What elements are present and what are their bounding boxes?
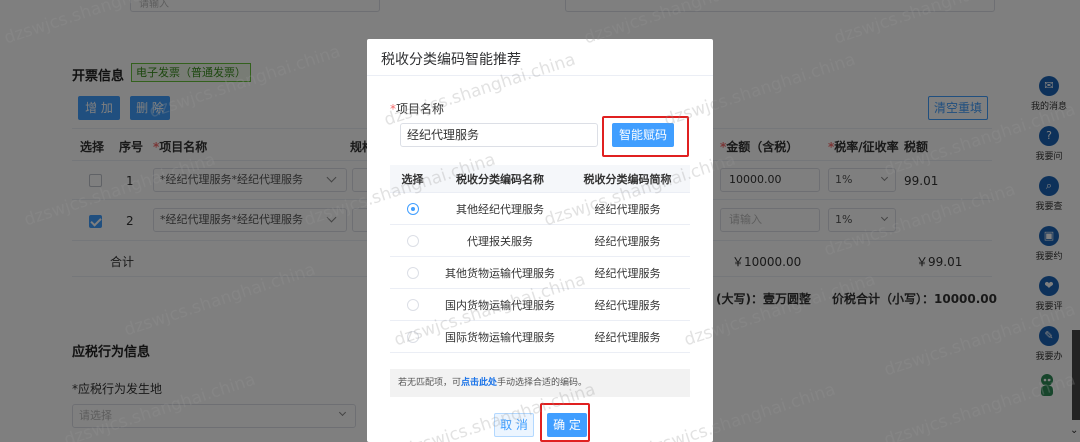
radio-cell[interactable]	[390, 257, 435, 288]
table-row[interactable]: 其他货物运输代理服务 经纪代理服务	[390, 257, 690, 289]
table-header: 选择 税收分类编码名称 税收分类编码简称	[390, 165, 690, 193]
tip-prefix: 若无匹配项，可	[398, 378, 462, 388]
confirm-button[interactable]: 确 定	[547, 413, 587, 437]
code-name: 国际货物运输代理服务	[445, 330, 555, 344]
code-short: 经纪代理服务	[594, 266, 661, 280]
radio-selected[interactable]	[406, 202, 419, 215]
code-name: 代理报关服务	[467, 234, 533, 248]
header-code-name: 税收分类编码名称	[456, 172, 544, 186]
header-select: 选择	[401, 172, 424, 186]
tax-code-dialog: 税收分类编码智能推荐 *项目名称 经纪代理服务 智能赋码 选择 税收分类编码名称…	[367, 39, 713, 442]
radio-cell[interactable]	[390, 321, 435, 352]
smart-code-button[interactable]: 智能赋码	[612, 123, 674, 147]
radio[interactable]	[406, 234, 419, 247]
radio-cell[interactable]	[390, 225, 435, 256]
radio-cell[interactable]	[390, 289, 435, 320]
code-name: 国内货物运输代理服务	[445, 298, 555, 312]
radio-cell[interactable]	[390, 193, 435, 224]
table-row[interactable]: 国内货物运输代理服务 经纪代理服务	[390, 289, 690, 321]
code-short: 经纪代理服务	[594, 298, 661, 312]
manual-select-tip: 若无匹配项，可点击此处手动选择合适的编码。	[390, 369, 690, 397]
item-name-input[interactable]: 经纪代理服务	[400, 123, 598, 147]
dialog-title: 税收分类编码智能推荐	[381, 52, 521, 68]
table-row[interactable]: 国际货物运输代理服务 经纪代理服务	[390, 321, 690, 353]
radio[interactable]	[406, 298, 419, 311]
code-name: 其他货物运输代理服务	[445, 266, 555, 280]
table-row[interactable]: 其他经纪代理服务 经纪代理服务	[390, 193, 690, 225]
code-name: 其他经纪代理服务	[456, 202, 544, 216]
code-short: 经纪代理服务	[594, 330, 661, 344]
radio[interactable]	[406, 330, 419, 343]
tip-suffix: 手动选择合适的编码。	[497, 378, 588, 388]
cancel-button[interactable]: 取 消	[494, 413, 534, 437]
dialog-divider	[367, 75, 713, 76]
item-name-label: *项目名称	[390, 100, 444, 117]
manual-select-link[interactable]: 点击此处	[461, 378, 497, 388]
header-code-short: 税收分类编码简称	[583, 172, 672, 186]
radio[interactable]	[406, 266, 419, 279]
item-name-label-text: 项目名称	[396, 102, 445, 116]
code-short: 经纪代理服务	[594, 202, 661, 216]
code-short: 经纪代理服务	[594, 234, 661, 248]
table-row[interactable]: 代理报关服务 经纪代理服务	[390, 225, 690, 257]
